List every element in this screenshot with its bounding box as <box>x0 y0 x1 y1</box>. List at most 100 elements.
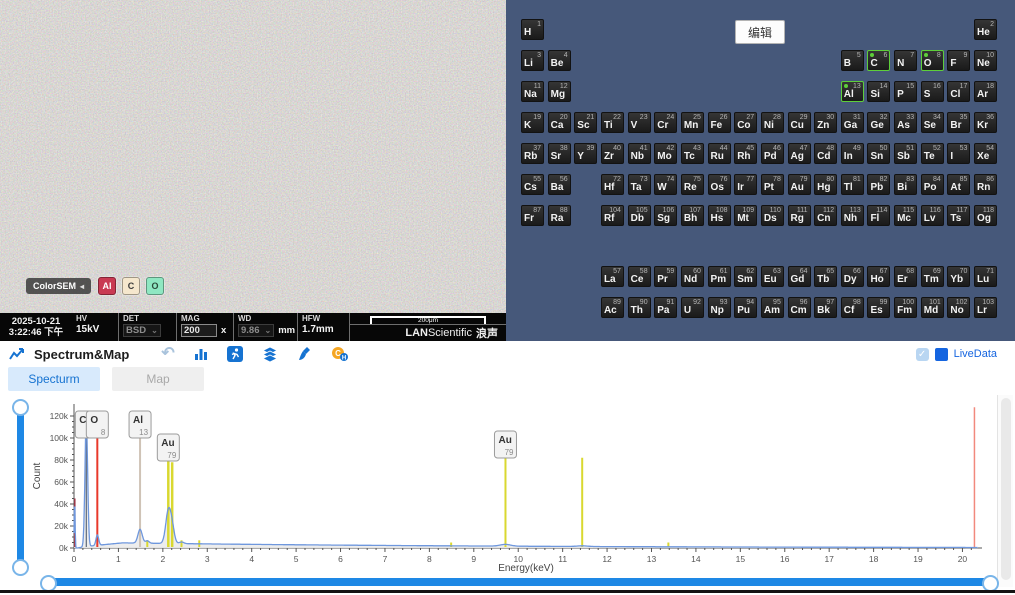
element-He[interactable]: 2He <box>974 19 997 40</box>
element-Hs[interactable]: 108Hs <box>708 205 731 226</box>
element-Am[interactable]: 95Am <box>761 297 784 318</box>
element-Mc[interactable]: 115Mc <box>894 205 917 226</box>
undo-icon[interactable]: ↶ <box>161 347 174 361</box>
element-B[interactable]: 5B <box>841 50 864 71</box>
element-Nd[interactable]: 60Nd <box>681 266 704 287</box>
element-Hf[interactable]: 72Hf <box>601 174 624 195</box>
element-Ra[interactable]: 88Ra <box>548 205 571 226</box>
element-Ni[interactable]: 28Ni <box>761 112 784 133</box>
element-Te[interactable]: 52Te <box>921 143 944 164</box>
element-Fe[interactable]: 26Fe <box>708 112 731 133</box>
element-Pr[interactable]: 59Pr <box>654 266 677 287</box>
element-Ge[interactable]: 32Ge <box>867 112 890 133</box>
element-Zr[interactable]: 40Zr <box>601 143 624 164</box>
element-Mg[interactable]: 12Mg <box>548 81 571 102</box>
count-slider-top-handle[interactable] <box>12 399 29 416</box>
run-icon[interactable] <box>227 346 243 362</box>
status-field-mag[interactable]: MAG200x <box>176 313 233 341</box>
element-Tm[interactable]: 69Tm <box>921 266 944 287</box>
element-Sg[interactable]: 106Sg <box>654 205 677 226</box>
element-Og[interactable]: 118Og <box>974 205 997 226</box>
element-Ga[interactable]: 31Ga <box>841 112 864 133</box>
element-Rb[interactable]: 37Rb <box>521 143 544 164</box>
element-Mn[interactable]: 25Mn <box>681 112 704 133</box>
element-Fl[interactable]: 114Fl <box>867 205 890 226</box>
element-Ti[interactable]: 22Ti <box>601 112 624 133</box>
element-Cf[interactable]: 98Cf <box>841 297 864 318</box>
tab-map[interactable]: Map <box>112 367 204 391</box>
element-Ds[interactable]: 110Ds <box>761 205 784 226</box>
element-Ag[interactable]: 47Ag <box>788 143 811 164</box>
element-Sn[interactable]: 50Sn <box>867 143 890 164</box>
colorsem-chip-Al[interactable]: Al <box>98 277 116 295</box>
element-Pu[interactable]: 94Pu <box>734 297 757 318</box>
element-As[interactable]: 33As <box>894 112 917 133</box>
element-Ce[interactable]: 58Ce <box>628 266 651 287</box>
element-Sc[interactable]: 21Sc <box>574 112 597 133</box>
element-Fr[interactable]: 87Fr <box>521 205 544 226</box>
element-Cn[interactable]: 112Cn <box>814 205 837 226</box>
element-Re[interactable]: 75Re <box>681 174 704 195</box>
element-H[interactable]: 1H <box>521 19 544 40</box>
element-Al[interactable]: 13Al <box>841 81 864 102</box>
element-Cm[interactable]: 96Cm <box>788 297 811 318</box>
element-In[interactable]: 49In <box>841 143 864 164</box>
element-Pm[interactable]: 61Pm <box>708 266 731 287</box>
element-Co[interactable]: 27Co <box>734 112 757 133</box>
element-V[interactable]: 23V <box>628 112 651 133</box>
element-Rg[interactable]: 111Rg <box>788 205 811 226</box>
element-Mo[interactable]: 42Mo <box>654 143 677 164</box>
element-F[interactable]: 9F <box>947 50 970 71</box>
element-Os[interactable]: 76Os <box>708 174 731 195</box>
element-I[interactable]: 53I <box>947 143 970 164</box>
element-Ta[interactable]: 73Ta <box>628 174 651 195</box>
element-Ho[interactable]: 67Ho <box>867 266 890 287</box>
element-La[interactable]: 57La <box>601 266 624 287</box>
element-Dy[interactable]: 66Dy <box>841 266 864 287</box>
element-Nh[interactable]: 113Nh <box>841 205 864 226</box>
colorsem-chip-C[interactable]: C <box>122 277 140 295</box>
element-Bk[interactable]: 97Bk <box>814 297 837 318</box>
element-Li[interactable]: 3Li <box>521 50 544 71</box>
element-Be[interactable]: 4Be <box>548 50 571 71</box>
element-Np[interactable]: 93Np <box>708 297 731 318</box>
element-Pb[interactable]: 82Pb <box>867 174 890 195</box>
element-Tb[interactable]: 65Tb <box>814 266 837 287</box>
element-Db[interactable]: 105Db <box>628 205 651 226</box>
element-Tl[interactable]: 81Tl <box>841 174 864 195</box>
element-Er[interactable]: 68Er <box>894 266 917 287</box>
element-Bh[interactable]: 107Bh <box>681 205 704 226</box>
element-Au[interactable]: 79Au <box>788 174 811 195</box>
edit-button[interactable]: 编辑 <box>735 20 785 44</box>
element-Lv[interactable]: 116Lv <box>921 205 944 226</box>
element-Mt[interactable]: 109Mt <box>734 205 757 226</box>
element-N[interactable]: 7N <box>894 50 917 71</box>
layers-icon[interactable] <box>261 346 279 362</box>
element-Ir[interactable]: 77Ir <box>734 174 757 195</box>
element-Se[interactable]: 34Se <box>921 112 944 133</box>
element-Pd[interactable]: 46Pd <box>761 143 784 164</box>
element-Cl[interactable]: 17Cl <box>947 81 970 102</box>
element-At[interactable]: 85At <box>947 174 970 195</box>
element-Kr[interactable]: 36Kr <box>974 112 997 133</box>
element-Xe[interactable]: 54Xe <box>974 143 997 164</box>
element-S[interactable]: 16S <box>921 81 944 102</box>
element-Tc[interactable]: 43Tc <box>681 143 704 164</box>
colorsem-chip-O[interactable]: O <box>146 277 164 295</box>
status-field-det[interactable]: DETBSD ⌄ <box>118 313 176 341</box>
count-range-slider[interactable] <box>17 407 24 567</box>
element-Pt[interactable]: 78Pt <box>761 174 784 195</box>
energy-range-slider[interactable] <box>50 578 990 586</box>
element-Ru[interactable]: 44Ru <box>708 143 731 164</box>
element-Cs[interactable]: 55Cs <box>521 174 544 195</box>
element-Sr[interactable]: 38Sr <box>548 143 571 164</box>
scrollbar-thumb[interactable] <box>1001 398 1011 580</box>
tab-spectrum[interactable]: Specturm <box>8 367 100 391</box>
element-Es[interactable]: 99Es <box>867 297 890 318</box>
livedata-checkbox[interactable]: ✓ <box>916 348 929 361</box>
element-Y[interactable]: 39Y <box>574 143 597 164</box>
count-slider-bottom-handle[interactable] <box>12 559 29 576</box>
element-O[interactable]: 8O <box>921 50 944 71</box>
bar-chart-icon[interactable] <box>193 346 209 362</box>
element-Si[interactable]: 14Si <box>867 81 890 102</box>
